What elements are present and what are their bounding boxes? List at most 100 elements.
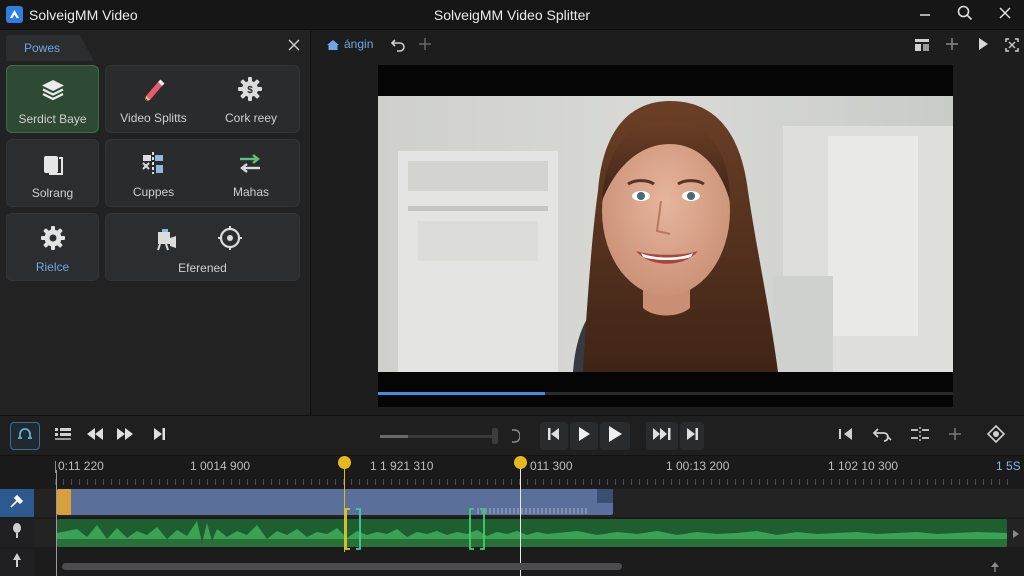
audio-track-header[interactable] xyxy=(0,519,34,547)
tile-label: Video Splitts xyxy=(120,111,187,125)
tile-eferened[interactable]: Eferened xyxy=(105,213,300,281)
gear-icon: $ xyxy=(234,73,266,105)
tile-label: Cuppes xyxy=(132,185,175,199)
video-preview[interactable] xyxy=(378,96,953,372)
tools-panel: Powes Serdict Baye Video Splitts $ Cork … xyxy=(0,30,311,415)
tile-label: Eferened xyxy=(178,261,227,275)
go-to-start-button[interactable] xyxy=(540,422,568,450)
skip-end-icon xyxy=(152,427,166,446)
tile-video-splitts[interactable]: Video Splitts xyxy=(105,65,202,133)
undo-button[interactable] xyxy=(390,37,406,58)
playhead-line[interactable] xyxy=(520,462,521,576)
settings-icon xyxy=(37,222,69,254)
effects-icon xyxy=(152,222,184,254)
play-icon xyxy=(976,38,990,55)
skip-end-icon xyxy=(685,427,699,446)
marker-left-icon xyxy=(838,427,854,446)
layout-icon xyxy=(914,39,930,57)
volume-slider[interactable] xyxy=(380,435,498,438)
extra-track-header[interactable] xyxy=(0,549,34,576)
svg-text:$: $ xyxy=(247,85,253,96)
skip-start-icon xyxy=(547,427,561,446)
tile-label: Mahas xyxy=(232,185,270,199)
audio-clip[interactable] xyxy=(57,519,1007,547)
close-icon xyxy=(998,6,1012,25)
panel-close-button[interactable] xyxy=(284,37,304,57)
undo-icon xyxy=(390,39,406,57)
tile-label: Rielce xyxy=(35,260,70,274)
video-clip[interactable] xyxy=(57,489,613,515)
split-tool-button[interactable] xyxy=(906,422,934,450)
preview-play-button[interactable] xyxy=(976,37,990,56)
loop-icon xyxy=(17,426,33,447)
preview-tab[interactable]: ángin xyxy=(344,37,373,51)
skip-forward-icon xyxy=(652,427,672,446)
preview-progress[interactable] xyxy=(378,392,953,395)
fullscreen-button[interactable] xyxy=(1004,37,1020,58)
tile-rielce[interactable]: Rielce xyxy=(6,213,99,281)
volume-slider-handle[interactable] xyxy=(492,428,498,444)
split-icon xyxy=(910,426,930,447)
clip-audio-preview xyxy=(477,508,587,514)
title-bar: SolveigMM Video SolveigMM Video Splitter xyxy=(0,0,1024,30)
ruler-label: 1 5S xyxy=(996,459,1021,473)
split-marker-2[interactable] xyxy=(514,456,527,469)
pin-icon[interactable] xyxy=(990,560,1000,576)
list-icon xyxy=(54,426,72,447)
panel-tab-powes[interactable]: Powes xyxy=(6,35,94,61)
close-window-button[interactable] xyxy=(992,3,1018,27)
add-marker-button[interactable] xyxy=(942,422,968,450)
split-bracket-2[interactable] xyxy=(469,508,485,550)
search-button[interactable] xyxy=(952,3,978,27)
ruler-minor-ticks xyxy=(55,479,1015,485)
tile-cuppes[interactable]: Cuppes xyxy=(105,139,202,207)
preview-progress-fill xyxy=(378,392,545,395)
ruler-label: 1 0014 900 xyxy=(190,459,251,473)
rewind-button[interactable] xyxy=(84,422,106,450)
loop-button[interactable] xyxy=(10,422,40,450)
tile-solrang[interactable]: Solrang xyxy=(6,139,99,207)
ruler-label: 1 00:13 200 xyxy=(666,459,730,473)
play-button[interactable] xyxy=(570,422,598,450)
layout-button[interactable] xyxy=(914,37,930,58)
pencil-icon xyxy=(137,73,169,105)
next-frame-button[interactable] xyxy=(148,422,170,450)
video-track-header[interactable] xyxy=(0,489,34,517)
plus-icon xyxy=(418,38,432,55)
playlist-button[interactable] xyxy=(50,422,76,450)
video-track-icon xyxy=(9,493,25,514)
undo-cut-button[interactable] xyxy=(868,422,896,450)
tile-cork-reey[interactable]: $ Cork reey xyxy=(202,65,300,133)
plus-icon xyxy=(945,38,959,55)
add-button[interactable] xyxy=(945,37,959,56)
snap-button[interactable] xyxy=(982,422,1010,450)
play-selection-button[interactable] xyxy=(600,422,630,450)
ruler-label: 1 102 10 300 xyxy=(828,459,899,473)
preview-toolbar xyxy=(312,30,1024,60)
expand-icon xyxy=(1004,38,1020,57)
play-icon xyxy=(607,425,623,448)
prev-marker-button[interactable] xyxy=(834,422,858,450)
split-marker-1-line[interactable] xyxy=(344,462,345,552)
split-marker-1[interactable] xyxy=(338,456,351,469)
volume-slider-fill xyxy=(380,435,409,438)
volume-icon[interactable] xyxy=(510,428,521,449)
swap-icon xyxy=(234,147,266,179)
tile-label: Solrang xyxy=(31,186,74,200)
diamond-icon xyxy=(986,424,1006,448)
close-icon xyxy=(288,38,300,56)
split-bracket-1[interactable] xyxy=(345,508,361,550)
fast-forward-button[interactable] xyxy=(114,422,136,450)
timeline-scrollbar[interactable] xyxy=(62,563,622,570)
home-icon[interactable] xyxy=(326,38,340,57)
pin-icon xyxy=(11,552,23,573)
add-tab-button[interactable] xyxy=(418,37,432,56)
tile-serdict-baye[interactable]: Serdict Baye xyxy=(6,65,99,133)
scroll-right-arrow[interactable] xyxy=(1012,526,1020,544)
clip-start-handle[interactable] xyxy=(57,489,71,515)
minimize-button[interactable] xyxy=(912,3,938,27)
go-to-end-button[interactable] xyxy=(680,422,704,450)
tile-mahas[interactable]: Mahas xyxy=(202,139,300,207)
timeline-ruler[interactable]: 0:11 220 1 0014 900 1 1 921 310 011 300 … xyxy=(0,455,1024,488)
skip-forward-button[interactable] xyxy=(646,422,678,450)
